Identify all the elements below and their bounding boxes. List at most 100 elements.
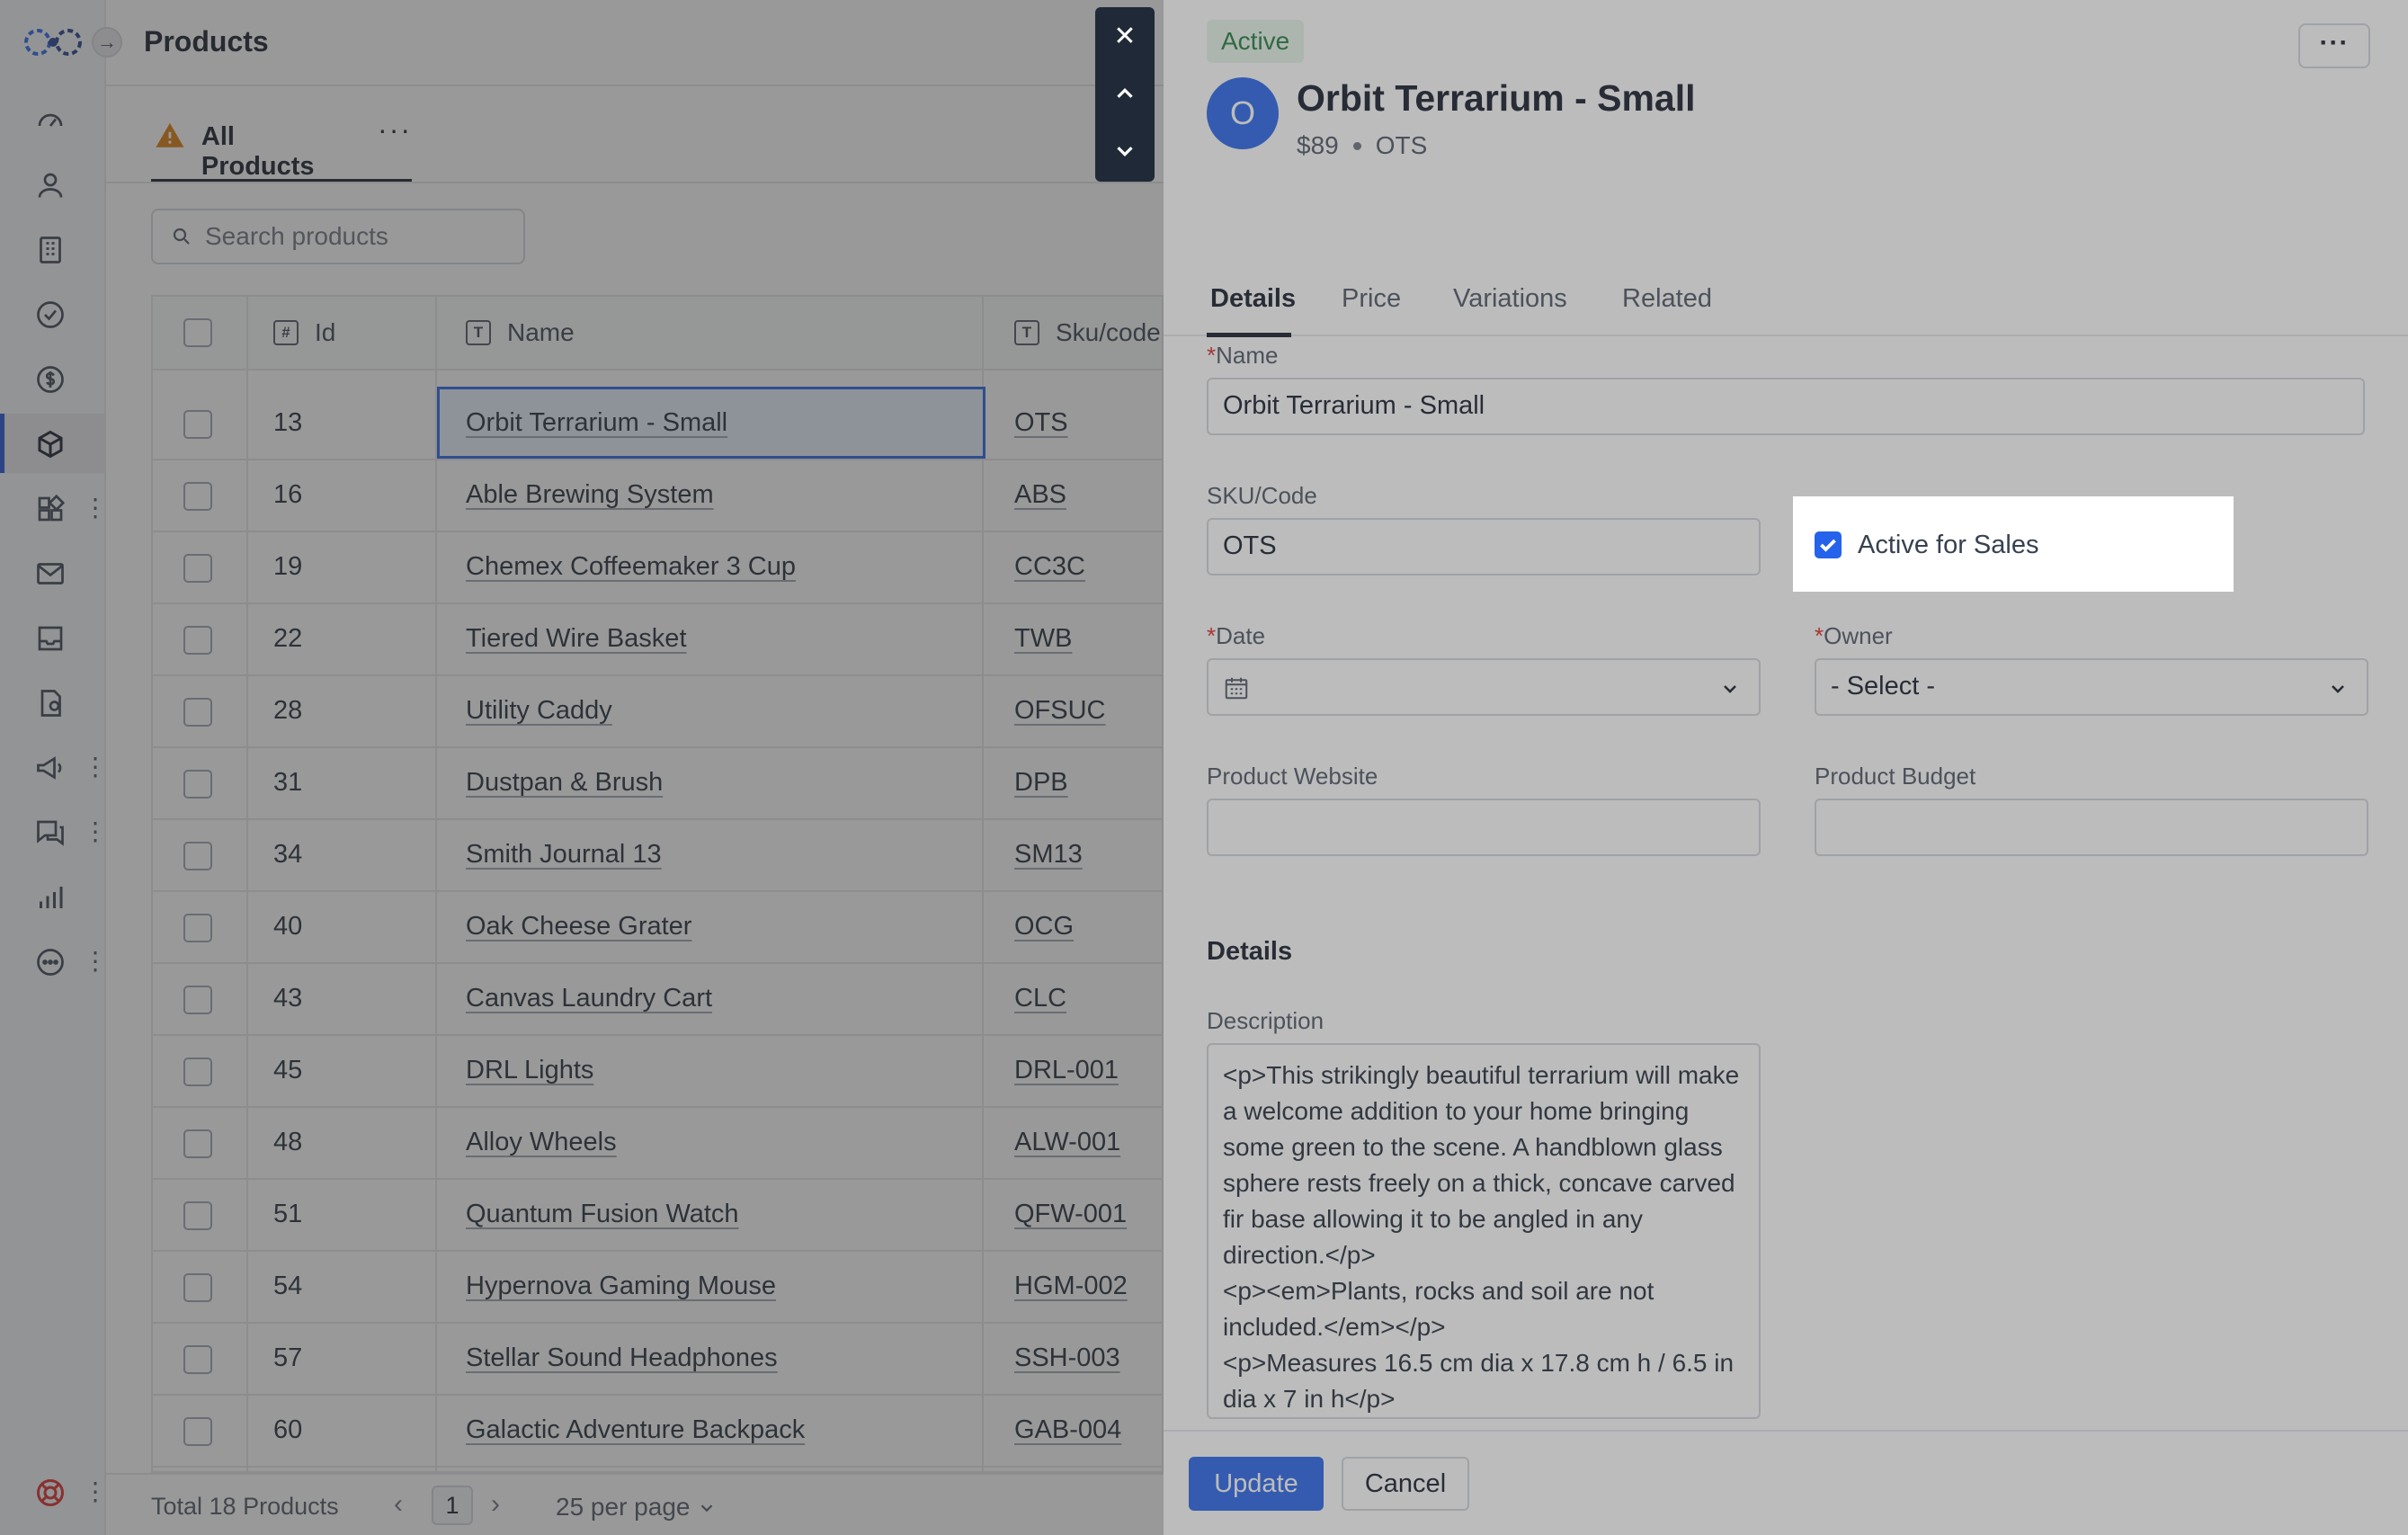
row-checkbox[interactable]	[183, 1417, 212, 1446]
table-row[interactable]: 40 Oak Cheese Grater OCG	[153, 892, 1162, 964]
cell-name-link[interactable]: Tiered Wire Basket	[466, 624, 687, 654]
cell-sku-link[interactable]: DRL-001	[1014, 1056, 1119, 1085]
sidebar-item-apps[interactable]	[31, 489, 70, 529]
row-checkbox[interactable]	[183, 1201, 212, 1230]
sidebar-item-chat-menu[interactable]: ⋮	[83, 818, 108, 845]
cell-sku-link[interactable]: TWB	[1014, 624, 1072, 654]
view-tab-more-button[interactable]: ···	[378, 113, 412, 147]
cell-name-link[interactable]: Orbit Terrarium - Small	[466, 408, 727, 438]
cell-sku-link[interactable]: OTS	[1014, 408, 1068, 438]
table-row[interactable]: 51 Quantum Fusion Watch QFW-001	[153, 1180, 1162, 1252]
cancel-button[interactable]: Cancel	[1342, 1457, 1469, 1511]
row-checkbox[interactable]	[183, 1345, 212, 1374]
cell-name-link[interactable]: DRL Lights	[466, 1056, 593, 1085]
sidebar-item-help-menu[interactable]: ⋮	[83, 1478, 108, 1505]
row-checkbox[interactable]	[183, 554, 212, 583]
active-for-sales-field[interactable]: Active for Sales	[1793, 496, 2234, 592]
table-row[interactable]: 22 Tiered Wire Basket TWB	[153, 604, 1162, 676]
view-tab-all-products[interactable]: All Products ···	[151, 113, 412, 183]
tab-price[interactable]: Price	[1342, 284, 1401, 314]
cell-name-link[interactable]: Able Brewing System	[466, 480, 714, 510]
row-checkbox[interactable]	[183, 1273, 212, 1302]
update-button[interactable]: Update	[1189, 1457, 1324, 1511]
cell-sku-link[interactable]: OCG	[1014, 912, 1074, 942]
table-row[interactable]: 34 Smith Journal 13 SM13	[153, 820, 1162, 892]
budget-field[interactable]	[1815, 799, 2368, 856]
cell-sku-link[interactable]: DPB	[1014, 768, 1068, 798]
cell-sku-link[interactable]: SSH-003	[1014, 1343, 1120, 1373]
column-header-id[interactable]: # Id	[273, 318, 335, 347]
date-picker[interactable]	[1207, 658, 1761, 716]
current-page[interactable]: 1	[432, 1486, 473, 1525]
sidebar-item-more-menu[interactable]: ⋮	[83, 948, 108, 975]
cell-name-link[interactable]: Galactic Adventure Backpack	[466, 1415, 805, 1445]
search-input[interactable]	[205, 222, 511, 251]
previous-record-button[interactable]	[1095, 65, 1155, 122]
sidebar-item-dashboard[interactable]	[31, 101, 70, 140]
sidebar-item-more[interactable]	[31, 942, 70, 982]
row-checkbox[interactable]	[183, 842, 212, 870]
cell-sku-link[interactable]: SM13	[1014, 840, 1083, 870]
sidebar-item-products[interactable]	[31, 424, 70, 464]
record-actions-button[interactable]: ···	[2298, 23, 2370, 68]
next-page-button[interactable]: ›	[491, 1489, 500, 1520]
cell-name-link[interactable]: Hypernova Gaming Mouse	[466, 1272, 776, 1301]
table-row[interactable]: 13 Orbit Terrarium - Small OTS	[153, 387, 1162, 460]
sidebar-item-deals[interactable]	[31, 360, 70, 399]
cell-name-link[interactable]: Dustpan & Brush	[466, 768, 663, 798]
cell-name-link[interactable]: Utility Caddy	[466, 696, 612, 726]
sidebar-item-campaigns[interactable]	[31, 748, 70, 788]
cell-sku-link[interactable]: CC3C	[1014, 552, 1085, 582]
cell-sku-link[interactable]: ABS	[1014, 480, 1066, 510]
website-field[interactable]	[1207, 799, 1761, 856]
sidebar-item-help[interactable]	[31, 1473, 70, 1513]
row-checkbox[interactable]	[183, 986, 212, 1014]
table-row[interactable]: 31 Dustpan & Brush DPB	[153, 748, 1162, 820]
cell-name-link[interactable]: Oak Cheese Grater	[466, 912, 691, 942]
cell-name-link[interactable]: Chemex Coffeemaker 3 Cup	[466, 552, 796, 582]
table-row[interactable]: 60 Galactic Adventure Backpack GAB-004	[153, 1396, 1162, 1468]
prev-page-button[interactable]: ‹	[394, 1489, 403, 1520]
cell-sku-link[interactable]: CLC	[1014, 984, 1066, 1013]
sidebar-item-contacts[interactable]	[31, 165, 70, 205]
cell-name-link[interactable]: Quantum Fusion Watch	[466, 1200, 739, 1229]
row-checkbox[interactable]	[183, 1058, 212, 1086]
next-record-button[interactable]	[1095, 122, 1155, 180]
row-checkbox[interactable]	[183, 410, 212, 439]
sidebar-item-campaigns-menu[interactable]: ⋮	[83, 754, 108, 781]
active-for-sales-checkbox[interactable]	[1815, 531, 1842, 558]
cell-name-link[interactable]: Smith Journal 13	[466, 840, 662, 870]
search-box[interactable]	[151, 209, 525, 264]
sidebar-item-reports[interactable]	[31, 878, 70, 917]
row-checkbox[interactable]	[183, 698, 212, 727]
cell-sku-link[interactable]: GAB-004	[1014, 1415, 1121, 1445]
column-header-sku[interactable]: T Sku/code	[1014, 318, 1161, 347]
sidebar-item-chat[interactable]	[31, 813, 70, 852]
cell-name-link[interactable]: Canvas Laundry Cart	[466, 984, 712, 1013]
row-checkbox[interactable]	[183, 626, 212, 655]
row-checkbox[interactable]	[183, 914, 212, 942]
sidebar-item-companies[interactable]	[31, 230, 70, 270]
table-row[interactable]: 48 Alloy Wheels ALW-001	[153, 1108, 1162, 1180]
tab-related[interactable]: Related	[1622, 284, 1712, 314]
cell-sku-link[interactable]: OFSUC	[1014, 696, 1106, 726]
sidebar-item-documents[interactable]	[31, 683, 70, 723]
owner-select[interactable]: - Select -	[1815, 658, 2368, 716]
row-checkbox[interactable]	[183, 482, 212, 511]
table-row[interactable]: 43 Canvas Laundry Cart CLC	[153, 964, 1162, 1036]
row-checkbox[interactable]	[183, 1129, 212, 1158]
sidebar-item-inbox[interactable]	[31, 619, 70, 658]
row-checkbox[interactable]	[183, 770, 212, 799]
per-page-select[interactable]: 25 per page	[556, 1493, 717, 1522]
sku-field[interactable]: OTS	[1207, 518, 1761, 576]
table-row[interactable]: 45 DRL Lights DRL-001	[153, 1036, 1162, 1108]
cell-name-link[interactable]: Stellar Sound Headphones	[466, 1343, 778, 1373]
tab-variations[interactable]: Variations	[1453, 284, 1567, 314]
table-row[interactable]: 54 Hypernova Gaming Mouse HGM-002	[153, 1252, 1162, 1324]
table-row[interactable]: 57 Stellar Sound Headphones SSH-003	[153, 1324, 1162, 1396]
description-textarea[interactable]: <p>This strikingly beautiful terrarium w…	[1207, 1043, 1761, 1419]
table-row[interactable]: 16 Able Brewing System ABS	[153, 460, 1162, 532]
table-row[interactable]: 28 Utility Caddy OFSUC	[153, 676, 1162, 748]
tab-details[interactable]: Details	[1210, 284, 1296, 314]
sidebar-item-tasks[interactable]	[31, 295, 70, 335]
